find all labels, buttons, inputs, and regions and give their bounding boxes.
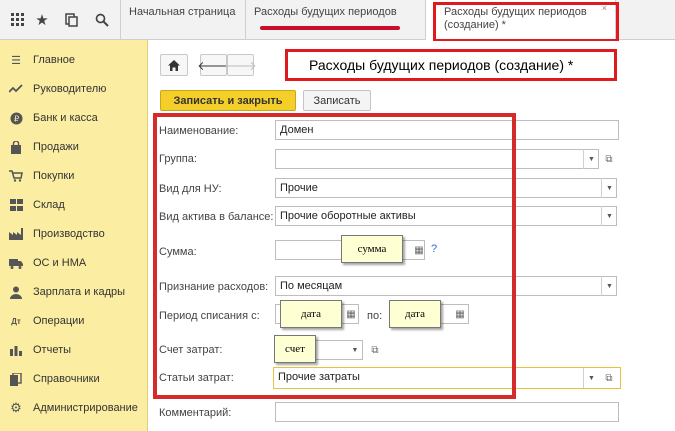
svg-text:₽: ₽ (13, 114, 18, 123)
dt-kt-icon: Дт (11, 316, 21, 326)
chevron-down-icon[interactable]: ▼ (601, 178, 617, 198)
star-icon[interactable]: ★ (32, 10, 52, 30)
sidebar-item-assets[interactable]: ОС и НМА (0, 249, 148, 277)
person-icon (8, 284, 24, 300)
sidebar-item-label: Справочники (33, 373, 100, 385)
save-and-close-button[interactable]: Записать и закрыть (160, 90, 296, 111)
sidebar-item-label: Операции (33, 315, 85, 327)
coin-icon: ₽ (8, 110, 24, 126)
home-button[interactable] (160, 54, 188, 76)
sidebar-item-label: Администрирование (33, 402, 138, 414)
sidebar-item-warehouse[interactable]: Склад (0, 191, 148, 219)
book-icon (8, 371, 24, 387)
sidebar-item-main[interactable]: ☰ Главное (0, 46, 148, 74)
chevron-down-icon[interactable]: ▼ (583, 149, 599, 169)
warehouse-icon (8, 197, 24, 213)
tab-home[interactable]: Начальная страница (120, 0, 246, 40)
sidebar-item-purchases[interactable]: Покупки (0, 162, 148, 190)
sidebar-item-label: Продажи (33, 141, 79, 153)
sidebar-item-production[interactable]: Производство (0, 220, 148, 248)
forward-button[interactable]: 🡒 (224, 54, 257, 76)
sidebar: ☰ Главное Руководителю ₽ Банк и касса Пр… (0, 40, 148, 431)
main-form: 🡐 🡒 Расходы будущих периодов (создание) … (149, 41, 675, 431)
sidebar-item-label: Зарплата и кадры (33, 286, 126, 298)
chevron-down-icon[interactable]: ▼ (601, 276, 617, 296)
sidebar-item-admin[interactable]: ⚙ Администрирование (0, 394, 148, 422)
sidebar-item-label: Главное (33, 54, 76, 66)
factory-icon (8, 226, 24, 242)
apps-grid-icon[interactable] (8, 10, 28, 30)
trend-icon (8, 81, 24, 97)
home-icon (168, 59, 180, 71)
gear-icon: ⚙ (10, 400, 22, 415)
cart-icon (8, 168, 24, 184)
annotation-fields-frame (153, 113, 516, 399)
menu-lines-icon: ☰ (11, 54, 21, 67)
tab-label: Начальная страница (129, 6, 236, 18)
arrow-right-icon: 🡒 (224, 58, 257, 73)
sidebar-item-sales[interactable]: Продажи (0, 133, 148, 161)
sidebar-item-label: Руководителю (33, 83, 107, 95)
tab-future-expenses-list[interactable]: Расходы будущих периодов (246, 0, 426, 40)
history-icon[interactable] (62, 10, 82, 30)
sidebar-item-label: Производство (33, 228, 105, 240)
annotation-underline (260, 26, 400, 30)
tab-label: Расходы будущих периодов (254, 6, 397, 18)
back-button[interactable]: 🡐 (197, 54, 230, 76)
annotation-title-frame (285, 49, 617, 81)
chart-icon (8, 342, 24, 358)
bag-icon (8, 139, 24, 155)
truck-icon (8, 255, 24, 271)
sidebar-item-label: Склад (33, 199, 65, 211)
sidebar-item-operations[interactable]: Дт Операции (0, 307, 148, 335)
sidebar-item-bank[interactable]: ₽ Банк и касса (0, 104, 148, 132)
sidebar-item-reports[interactable]: Отчеты (0, 336, 148, 364)
sidebar-item-label: Отчеты (33, 344, 72, 356)
save-button[interactable]: Записать (303, 90, 371, 111)
open-icon[interactable]: ⧉ (601, 149, 617, 169)
comment-label: Комментарий: (159, 407, 232, 419)
sidebar-item-label: ОС и НМА (33, 257, 87, 269)
sidebar-item-catalogs[interactable]: Справочники (0, 365, 148, 393)
open-icon[interactable]: ⧉ (601, 368, 617, 388)
sidebar-item-manager[interactable]: Руководителю (0, 75, 148, 103)
chevron-down-icon[interactable]: ▼ (583, 368, 599, 388)
sidebar-item-label: Покупки (33, 170, 75, 182)
annotation-tab-frame (433, 2, 619, 42)
comment-field[interactable] (275, 402, 619, 422)
sidebar-item-salary[interactable]: Зарплата и кадры (0, 278, 148, 306)
chevron-down-icon[interactable]: ▼ (601, 206, 617, 226)
top-bar: ★ Начальная страница Расходы будущих пер… (0, 0, 675, 42)
search-icon[interactable] (92, 10, 112, 30)
sidebar-item-label: Банк и касса (33, 112, 98, 124)
